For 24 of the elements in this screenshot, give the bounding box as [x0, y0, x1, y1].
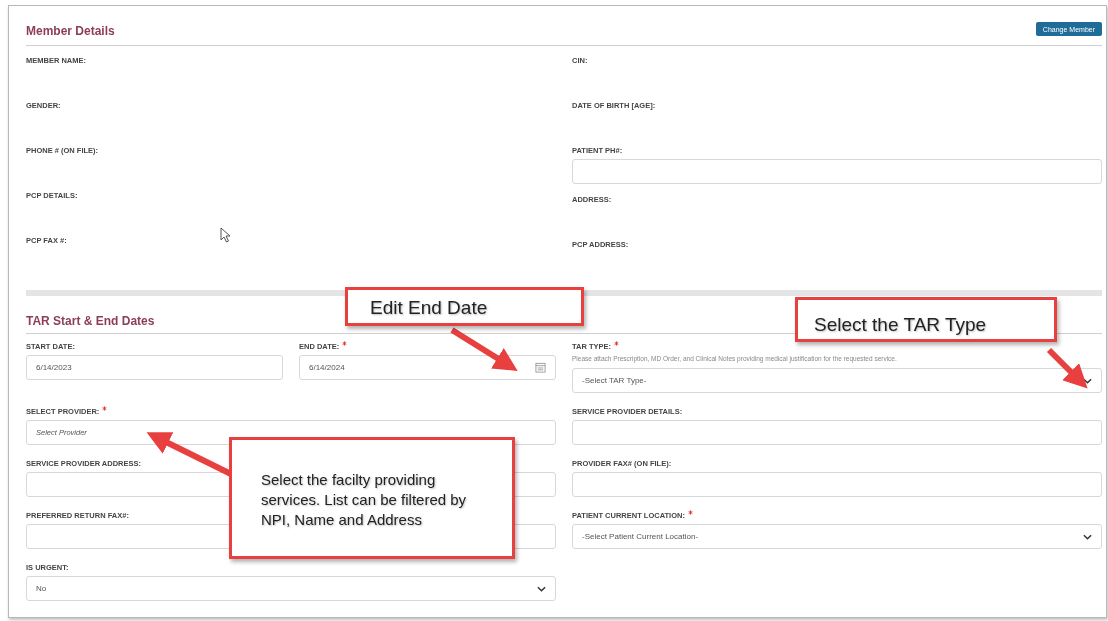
section-title: Member Details [26, 24, 115, 38]
select-dropdown[interactable]: -Select TAR Type- [572, 368, 1102, 393]
required-icon [102, 406, 108, 411]
required-icon [342, 341, 348, 346]
arrow [1046, 347, 1088, 389]
input-field[interactable] [572, 420, 1102, 445]
date-field[interactable]: 6/14/2023 [26, 355, 283, 380]
callout-tooltip: Edit End Date [345, 287, 584, 326]
callout-tooltip: Select the TAR Type [795, 297, 1057, 342]
select-dropdown[interactable]: -Select Patient Current Location- [572, 524, 1102, 549]
required-icon [614, 341, 620, 346]
arrow [450, 327, 518, 371]
chevron-icon [1083, 377, 1092, 384]
select-dropdown[interactable]: No [26, 576, 556, 601]
cursor-icon [220, 227, 232, 243]
callout-tooltip: Select the facilty providing services. List can be filtered by NPI, Name and Address [229, 437, 515, 559]
chevron-icon [1083, 533, 1092, 540]
input-field[interactable] [572, 159, 1102, 184]
section-title: TAR Start & End Dates [26, 314, 155, 328]
calendar-icon[interactable] [535, 362, 546, 373]
chevron-icon [537, 585, 546, 592]
date-field[interactable]: 6/14/2024 [299, 355, 556, 380]
required-icon [687, 510, 693, 515]
input-field[interactable] [572, 472, 1102, 497]
